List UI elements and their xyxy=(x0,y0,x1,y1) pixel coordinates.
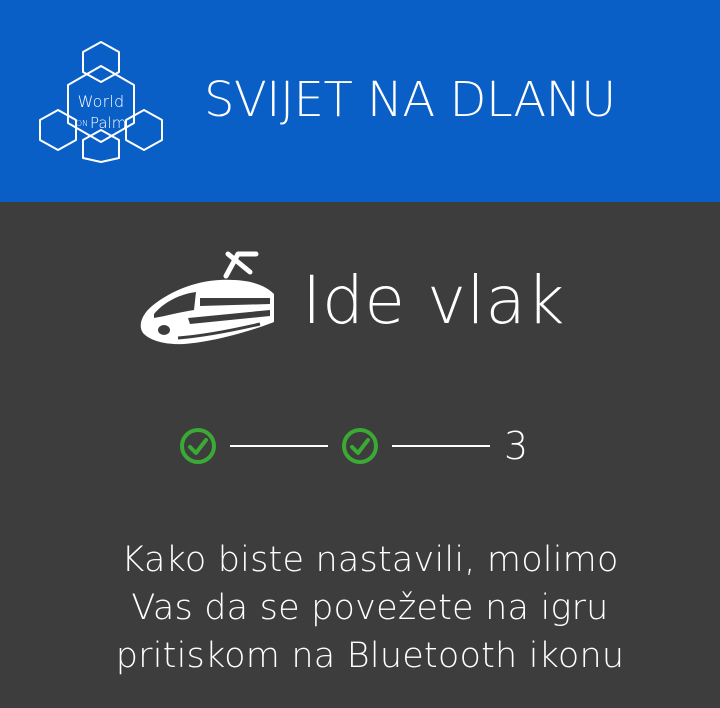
game-title: Ide vlak xyxy=(302,262,566,339)
game-heading: Ide vlak xyxy=(0,240,720,350)
app-title: SVIJET NA DLANU xyxy=(204,72,616,128)
train-icon xyxy=(140,251,274,345)
logo-text-on: ON xyxy=(75,119,88,128)
bluetooth-instruction: Kako biste nastavili, molimo Vas da se p… xyxy=(30,536,710,680)
step-3-label: 3 xyxy=(504,424,529,468)
instruction-line: Vas da se povežete na igru xyxy=(131,588,609,628)
logo-text-palm: Palm xyxy=(89,114,127,132)
instruction-line: Kako biste nastavili, molimo xyxy=(121,540,619,580)
check-circle-icon xyxy=(180,428,216,464)
instruction-line: pritiskom na Bluetooth ikonu xyxy=(115,636,625,676)
progress-stepper: 3 xyxy=(178,424,558,468)
header-banner: World ON Palm SVIJET NA DLANU xyxy=(0,0,720,202)
step-connector xyxy=(392,445,490,447)
logo-text-world: World xyxy=(77,92,125,111)
step-connector xyxy=(230,445,328,447)
check-circle-icon xyxy=(342,428,378,464)
logo-text-on-palm: ON Palm xyxy=(36,114,166,132)
world-on-palm-logo: World ON Palm xyxy=(36,40,166,164)
